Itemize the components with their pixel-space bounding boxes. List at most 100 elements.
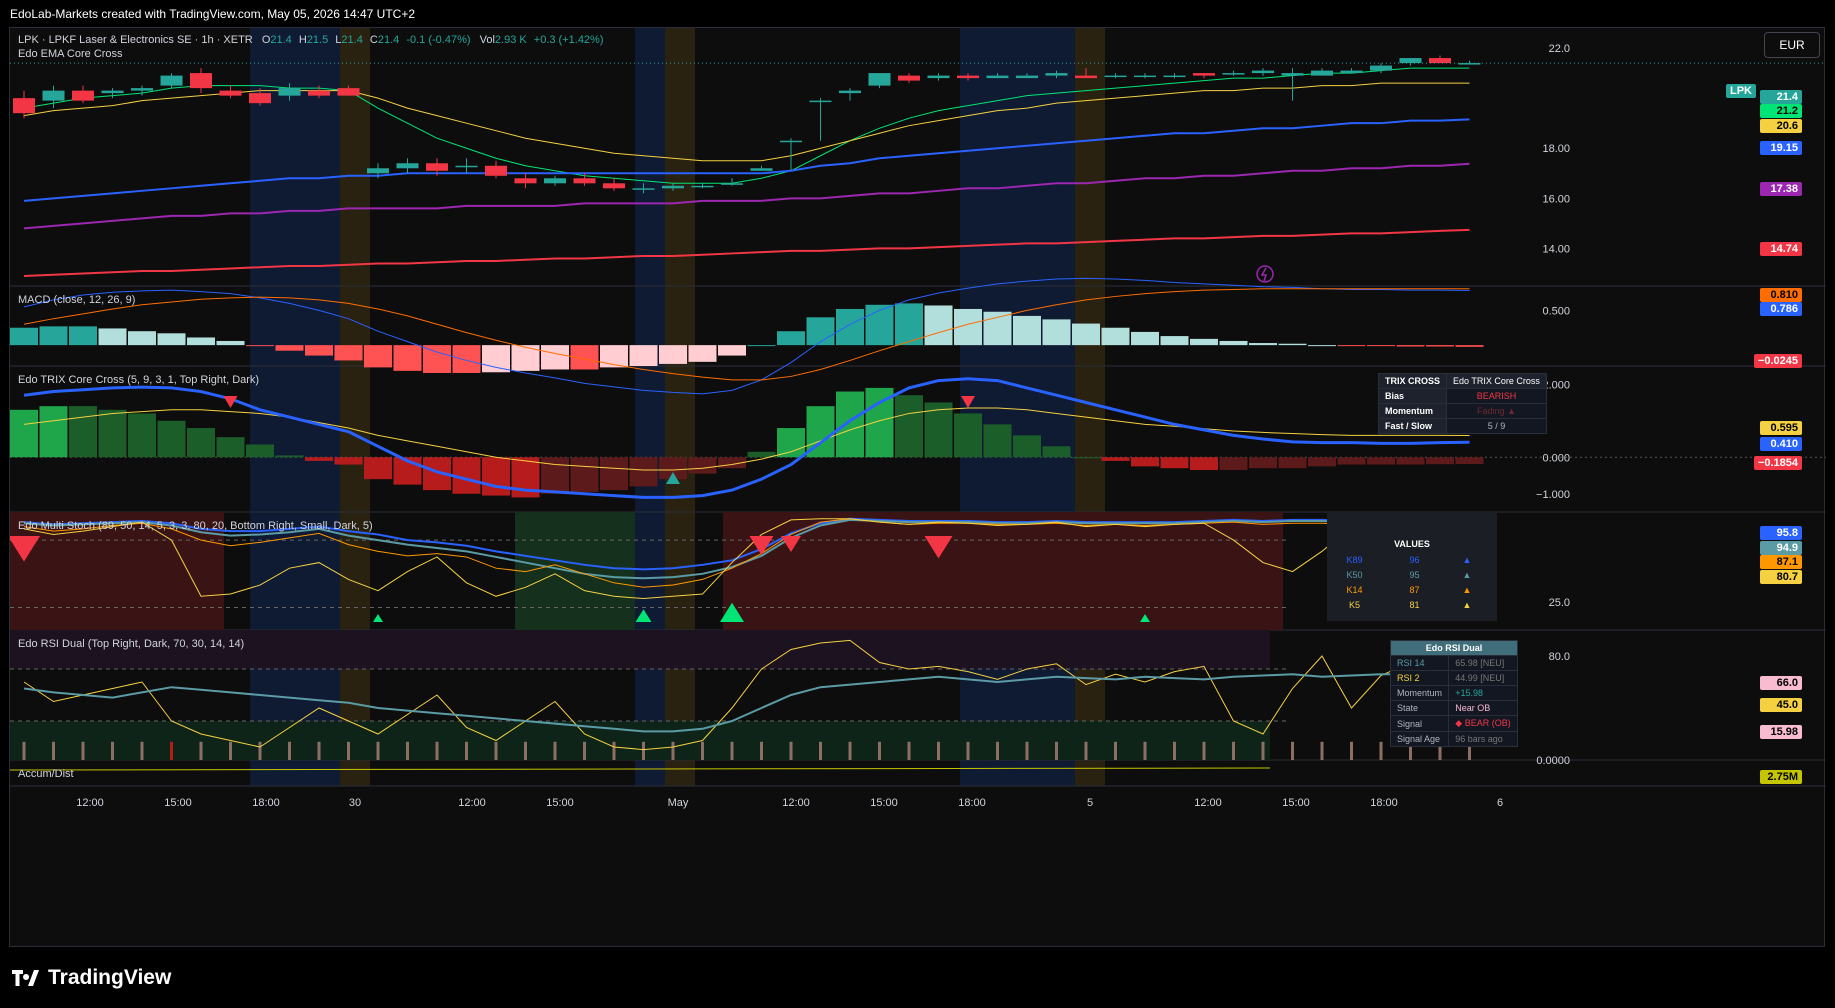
stoch-ob-zone — [723, 512, 1283, 630]
pane-title-accum-dist[interactable]: Accum/Dist — [18, 768, 74, 780]
candle-body — [13, 98, 35, 114]
macd-histogram-bar — [452, 345, 481, 373]
price-axis-label-main: 22.0 — [1549, 43, 1570, 55]
price-tag-macd: 0.786 — [1760, 302, 1802, 316]
candle-body — [839, 90, 861, 94]
price-axis-label-main: 16.00 — [1542, 193, 1570, 205]
trix-histogram-bar — [305, 457, 333, 461]
trix-histogram-bar — [1160, 457, 1189, 469]
stoch-k14-arrow: ▲ — [1462, 585, 1472, 595]
pane-title-macd[interactable]: MACD (close, 12, 26, 9) — [18, 294, 135, 306]
pane-title-trix[interactable]: Edo TRIX Core Cross (5, 9, 3, 1, Top Rig… — [18, 374, 259, 386]
price-tag-rsi: 45.0 — [1760, 698, 1802, 712]
rsi-momentum-bar — [1320, 741, 1324, 760]
pane-title-stoch[interactable]: Edo Multi Stoch (89, 50, 14, 5, 3, 3, 80… — [18, 520, 373, 532]
trix-histogram-bar — [1455, 457, 1484, 465]
pane-title-ema[interactable]: Edo EMA Core Cross — [18, 48, 123, 60]
time-axis-label: 18:00 — [1370, 797, 1398, 809]
price-tag-main: 14.74 — [1760, 242, 1802, 256]
rsi-momentum-bar — [376, 741, 380, 760]
rsi-momentum-bar — [1055, 741, 1058, 760]
chart-canvas[interactable]: 12:00 15:00 18:00 30 12:00 15:00 May 12:00 15:00… — [10, 28, 1826, 948]
candle-body — [691, 185, 714, 188]
trix-histogram-bar — [1278, 457, 1307, 469]
currency-button[interactable]: EUR — [1764, 32, 1820, 58]
price-axis-label-rsi: 0.0000 — [1536, 755, 1570, 767]
macd-histogram-bar — [216, 340, 245, 346]
rsi-momentum-bar — [1025, 741, 1029, 760]
macd-histogram-bar — [1308, 345, 1336, 347]
trix-histogram-bar — [187, 428, 215, 458]
rsi-row-rsi2-value: 44.99 [NEU] — [1448, 670, 1518, 686]
candle-body — [485, 165, 507, 176]
trix-histogram-bar — [1249, 457, 1277, 469]
session-band — [340, 28, 370, 786]
price-tag-main: 17.38 — [1760, 182, 1802, 196]
caption-text: EdoLab-Markets created with TradingView.… — [10, 7, 415, 21]
stoch-k5-label: K5 — [1348, 600, 1360, 610]
price-tag-rsi: 15.98 — [1760, 725, 1802, 739]
candle-body — [1075, 75, 1097, 79]
trix-histogram-bar — [482, 457, 510, 496]
rsi-row-signal-label: Signal — [1389, 715, 1450, 732]
candle-body — [632, 188, 655, 190]
macd-histogram-bar — [1131, 331, 1159, 346]
macd-histogram-bar — [983, 311, 1012, 346]
trix-row-fastslow-value: 5 / 9 — [1446, 418, 1547, 434]
rsi-momentum-bar — [1173, 741, 1176, 760]
trix-table-header-2: Edo TRIX Core Cross — [1446, 373, 1547, 389]
macd-histogram-bar — [1396, 345, 1425, 347]
ema-line — [23, 228, 1470, 277]
chart-frame[interactable]: 12:00 15:00 18:00 30 12:00 15:00 May 12:00 15:00… — [9, 27, 1826, 948]
trix-histogram-bar — [688, 457, 717, 474]
macd-histogram-bar — [364, 345, 392, 368]
candle-body — [72, 90, 94, 101]
rsi-row-rsi14-label: RSI 14 — [1389, 655, 1450, 671]
rsi-row-signalage-value: 96 bars ago — [1448, 731, 1518, 747]
macd-histogram-bar — [1455, 345, 1484, 347]
session-band — [250, 28, 340, 786]
rsi-momentum-bar — [819, 741, 822, 760]
symbol-legend[interactable]: LPK · LPKF Laser & Electronics SE · 1h ·… — [18, 34, 604, 46]
macd-histogram-bar — [1013, 315, 1041, 346]
price-tag-trix: 0.410 — [1760, 437, 1802, 451]
candle-body — [1281, 73, 1304, 76]
time-axis-label: 15:00 — [164, 797, 192, 809]
trix-histogram-bar — [600, 457, 628, 491]
tradingview-logo[interactable]: TradingView — [12, 966, 171, 990]
price-tag-stoch: 87.1 — [1760, 555, 1802, 569]
time-axis-label: 18:00 — [958, 797, 986, 809]
macd-histogram-bar — [1160, 336, 1189, 346]
rsi-momentum-bar — [494, 741, 498, 760]
trix-histogram-bar — [1042, 446, 1071, 458]
macd-histogram-bar — [1337, 345, 1366, 347]
pane-title-rsi[interactable]: Edo RSI Dual (Top Right, Dark, 70, 30, 1… — [18, 638, 244, 650]
session-band — [635, 28, 665, 786]
trix-histogram-bar — [1396, 457, 1425, 465]
candle-body — [455, 165, 478, 168]
candle-body — [1163, 75, 1186, 78]
candle-body — [42, 90, 65, 101]
macd-histogram-bar — [69, 326, 97, 346]
candle-body — [898, 75, 920, 81]
macd-histogram-bar — [1190, 338, 1218, 346]
trix-histogram-bar — [39, 406, 68, 458]
macd-histogram-bar — [747, 345, 776, 347]
trix-histogram-bar — [629, 457, 658, 487]
stoch-k89-label: K89 — [1346, 555, 1363, 565]
candle-body — [396, 163, 419, 169]
ohlc-close-label: C — [369, 34, 378, 46]
rsi-momentum-bar — [317, 741, 321, 760]
macd-histogram-bar — [1101, 327, 1130, 346]
trix-histogram-bar — [836, 391, 864, 458]
rsi-momentum-bar — [642, 741, 645, 760]
rsi-info-table: Edo RSI Dual RSI 14 65.98 [NEU] RSI 2 44.9… — [1389, 640, 1518, 747]
price-axis-label-main: 14.00 — [1542, 243, 1570, 255]
rsi-momentum-bar — [52, 741, 55, 760]
candle-body — [1340, 70, 1363, 74]
trix-histogram-bar — [1337, 457, 1366, 465]
price-tag-accum: 2.75M — [1760, 770, 1802, 784]
trix-histogram-bar — [128, 413, 156, 458]
price-tag-main: 21.2 — [1760, 104, 1802, 118]
ohlc-change: -0.1 (-0.47%) — [406, 34, 471, 46]
